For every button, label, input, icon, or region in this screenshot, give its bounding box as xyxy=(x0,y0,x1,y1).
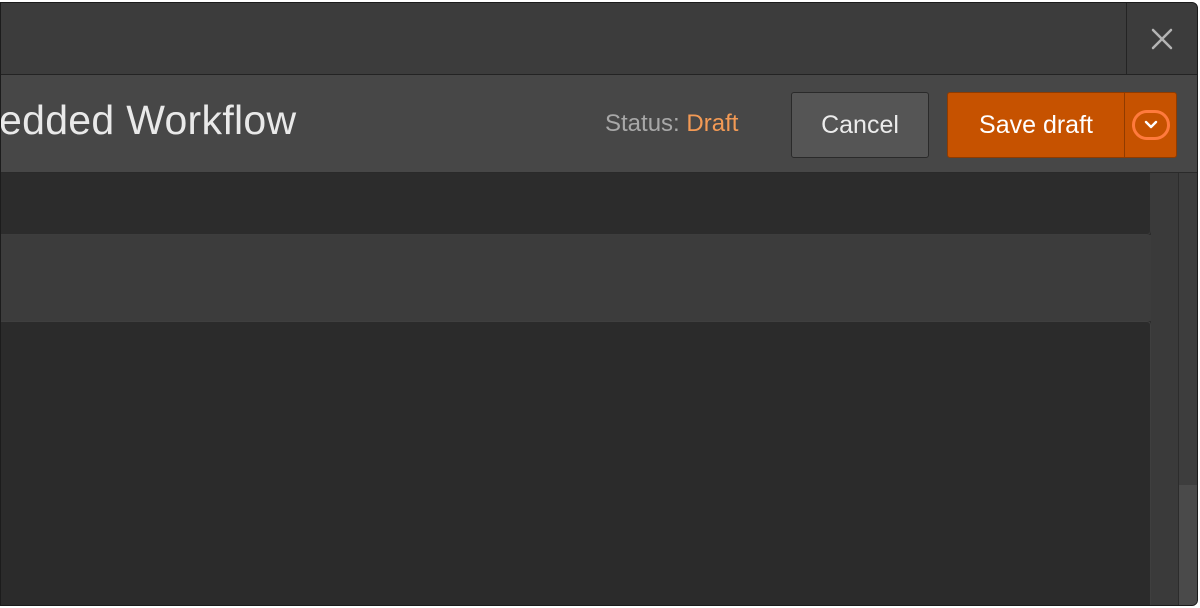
close-icon xyxy=(1151,28,1173,49)
save-button-group: Save draft xyxy=(947,92,1177,158)
chevron-down-icon xyxy=(1144,120,1157,129)
status-value: Draft xyxy=(686,110,739,137)
content-panel-top xyxy=(1,173,1151,235)
content-panel-main xyxy=(1,321,1151,605)
save-options-dropdown-button[interactable] xyxy=(1125,93,1176,157)
dialog-top-bar xyxy=(1,3,1197,75)
section-divider-band xyxy=(1,235,1151,321)
scrollbar-thumb[interactable] xyxy=(1179,485,1197,605)
close-button[interactable] xyxy=(1126,3,1197,74)
cancel-button[interactable]: Cancel xyxy=(791,92,929,158)
dialog-header: edded Workflow Status: Draft Cancel Save… xyxy=(1,75,1197,173)
status-indicator: Status: Draft xyxy=(605,110,738,138)
vertical-scrollbar[interactable] xyxy=(1178,173,1197,605)
dialog-title: edded Workflow xyxy=(0,97,297,143)
workflow-dialog: edded Workflow Status: Draft Cancel Save… xyxy=(0,2,1198,606)
save-draft-button[interactable]: Save draft xyxy=(948,93,1125,157)
status-label: Status: xyxy=(605,110,680,137)
dropdown-focus-ring xyxy=(1131,110,1170,140)
